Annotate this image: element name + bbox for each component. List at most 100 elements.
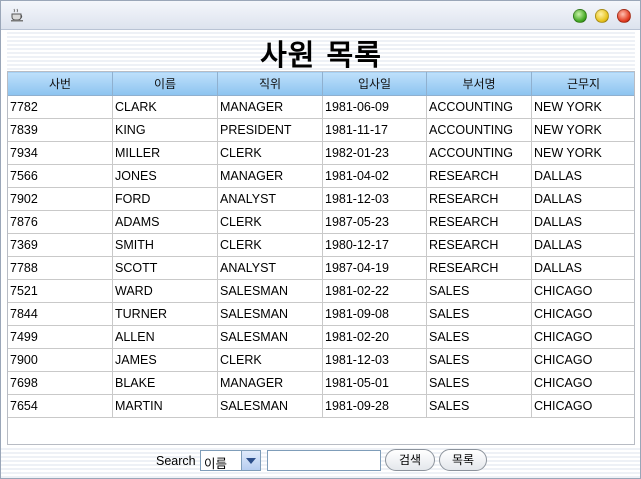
table-row[interactable]: 7369 SMITH CLERK 1980-12-17 RESEARCH DALLAS bbox=[8, 233, 634, 257]
location-cell[interactable]: CHICAGO bbox=[531, 371, 634, 395]
emp-no-cell[interactable]: 7654 bbox=[8, 394, 113, 418]
emp-no-cell[interactable]: 7782 bbox=[8, 95, 113, 119]
location-cell[interactable]: DALLAS bbox=[531, 233, 634, 257]
dept-name-cell[interactable]: SALES bbox=[426, 325, 532, 349]
hire-date-cell[interactable]: 1980-12-17 bbox=[322, 233, 427, 257]
hire-date-cell[interactable]: 1981-06-09 bbox=[322, 95, 427, 119]
position-cell[interactable]: SALESMAN bbox=[217, 302, 323, 326]
position-cell[interactable]: CLERK bbox=[217, 348, 323, 372]
name-cell[interactable]: MILLER bbox=[112, 141, 218, 165]
hire-date-cell[interactable]: 1982-01-23 bbox=[322, 141, 427, 165]
location-cell[interactable]: CHICAGO bbox=[531, 302, 634, 326]
name-cell[interactable]: JAMES bbox=[112, 348, 218, 372]
position-cell[interactable]: ANALYST bbox=[217, 256, 323, 280]
name-cell[interactable]: TURNER bbox=[112, 302, 218, 326]
hire-date-cell[interactable]: 1981-05-01 bbox=[322, 371, 427, 395]
dept-name-cell[interactable]: ACCOUNTING bbox=[426, 141, 532, 165]
hire-date-cell[interactable]: 1981-04-02 bbox=[322, 164, 427, 188]
table-row[interactable]: 7934 MILLER CLERK 1982-01-23 ACCOUNTING NEW Y… bbox=[8, 141, 634, 165]
hire-date-cell[interactable]: 1981-02-22 bbox=[322, 279, 427, 303]
chevron-down-icon[interactable] bbox=[241, 451, 260, 470]
name-cell[interactable]: FORD bbox=[112, 187, 218, 211]
position-cell[interactable]: SALESMAN bbox=[217, 279, 323, 303]
dept-name-cell[interactable]: RESEARCH bbox=[426, 233, 532, 257]
location-cell[interactable]: DALLAS bbox=[531, 256, 634, 280]
employee-table[interactable]: 사번 이름 직위 입사일 부서명 근무지 7782 CLARK MANAGER 198… bbox=[7, 71, 635, 445]
name-cell[interactable]: BLAKE bbox=[112, 371, 218, 395]
column-header-emp-no[interactable]: 사번 bbox=[8, 72, 113, 96]
hire-date-cell[interactable]: 1981-12-03 bbox=[322, 348, 427, 372]
minimize-button[interactable] bbox=[573, 9, 587, 23]
dept-name-cell[interactable]: SALES bbox=[426, 394, 532, 418]
table-row[interactable]: 7698 BLAKE MANAGER 1981-05-01 SALES CHICAGO bbox=[8, 371, 634, 395]
position-cell[interactable]: CLERK bbox=[217, 141, 323, 165]
position-cell[interactable]: MANAGER bbox=[217, 371, 323, 395]
hire-date-cell[interactable]: 1987-04-19 bbox=[322, 256, 427, 280]
emp-no-cell[interactable]: 7902 bbox=[8, 187, 113, 211]
table-row[interactable]: 7839 KING PRESIDENT 1981-11-17 ACCOUNTING NEW… bbox=[8, 118, 634, 142]
search-input[interactable] bbox=[267, 450, 381, 471]
name-cell[interactable]: MARTIN bbox=[112, 394, 218, 418]
name-cell[interactable]: KING bbox=[112, 118, 218, 142]
location-cell[interactable]: CHICAGO bbox=[531, 394, 634, 418]
dept-name-cell[interactable]: RESEARCH bbox=[426, 210, 532, 234]
table-row[interactable]: 7844 TURNER SALESMAN 1981-09-08 SALES CHICAGO bbox=[8, 302, 634, 326]
name-cell[interactable]: JONES bbox=[112, 164, 218, 188]
dept-name-cell[interactable]: RESEARCH bbox=[426, 164, 532, 188]
column-header-location[interactable]: 근무지 bbox=[531, 72, 634, 96]
name-cell[interactable]: SMITH bbox=[112, 233, 218, 257]
hire-date-cell[interactable]: 1981-12-03 bbox=[322, 187, 427, 211]
dept-name-cell[interactable]: RESEARCH bbox=[426, 187, 532, 211]
name-cell[interactable]: ALLEN bbox=[112, 325, 218, 349]
list-button[interactable]: 목록 bbox=[439, 449, 487, 471]
emp-no-cell[interactable]: 7369 bbox=[8, 233, 113, 257]
dept-name-cell[interactable]: ACCOUNTING bbox=[426, 118, 532, 142]
name-cell[interactable]: CLARK bbox=[112, 95, 218, 119]
search-field-select[interactable]: 이름 bbox=[200, 450, 261, 471]
name-cell[interactable]: SCOTT bbox=[112, 256, 218, 280]
dept-name-cell[interactable]: SALES bbox=[426, 302, 532, 326]
emp-no-cell[interactable]: 7844 bbox=[8, 302, 113, 326]
table-row[interactable]: 7499 ALLEN SALESMAN 1981-02-20 SALES CHICAGO bbox=[8, 325, 634, 349]
dept-name-cell[interactable]: RESEARCH bbox=[426, 256, 532, 280]
location-cell[interactable]: DALLAS bbox=[531, 187, 634, 211]
location-cell[interactable]: CHICAGO bbox=[531, 348, 634, 372]
name-cell[interactable]: WARD bbox=[112, 279, 218, 303]
hire-date-cell[interactable]: 1981-09-28 bbox=[322, 394, 427, 418]
table-row[interactable]: 7788 SCOTT ANALYST 1987-04-19 RESEARCH DALLAS bbox=[8, 256, 634, 280]
location-cell[interactable]: CHICAGO bbox=[531, 279, 634, 303]
location-cell[interactable]: NEW YORK bbox=[531, 118, 634, 142]
column-header-hire-date[interactable]: 입사일 bbox=[322, 72, 427, 96]
emp-no-cell[interactable]: 7566 bbox=[8, 164, 113, 188]
position-cell[interactable]: CLERK bbox=[217, 210, 323, 234]
name-cell[interactable]: ADAMS bbox=[112, 210, 218, 234]
position-cell[interactable]: SALESMAN bbox=[217, 394, 323, 418]
dept-name-cell[interactable]: SALES bbox=[426, 371, 532, 395]
position-cell[interactable]: SALESMAN bbox=[217, 325, 323, 349]
emp-no-cell[interactable]: 7499 bbox=[8, 325, 113, 349]
column-header-position[interactable]: 직위 bbox=[217, 72, 323, 96]
location-cell[interactable]: NEW YORK bbox=[531, 141, 634, 165]
position-cell[interactable]: MANAGER bbox=[217, 164, 323, 188]
emp-no-cell[interactable]: 7900 bbox=[8, 348, 113, 372]
location-cell[interactable]: DALLAS bbox=[531, 164, 634, 188]
location-cell[interactable]: CHICAGO bbox=[531, 325, 634, 349]
dept-name-cell[interactable]: ACCOUNTING bbox=[426, 95, 532, 119]
emp-no-cell[interactable]: 7876 bbox=[8, 210, 113, 234]
close-button[interactable] bbox=[617, 9, 631, 23]
location-cell[interactable]: DALLAS bbox=[531, 210, 634, 234]
emp-no-cell[interactable]: 7521 bbox=[8, 279, 113, 303]
hire-date-cell[interactable]: 1987-05-23 bbox=[322, 210, 427, 234]
emp-no-cell[interactable]: 7934 bbox=[8, 141, 113, 165]
emp-no-cell[interactable]: 7788 bbox=[8, 256, 113, 280]
table-row[interactable]: 7876 ADAMS CLERK 1987-05-23 RESEARCH DALLAS bbox=[8, 210, 634, 234]
maximize-button[interactable] bbox=[595, 9, 609, 23]
title-bar[interactable] bbox=[1, 1, 640, 30]
position-cell[interactable]: PRESIDENT bbox=[217, 118, 323, 142]
emp-no-cell[interactable]: 7698 bbox=[8, 371, 113, 395]
hire-date-cell[interactable]: 1981-11-17 bbox=[322, 118, 427, 142]
table-row[interactable]: 7654 MARTIN SALESMAN 1981-09-28 SALES CHICAGO bbox=[8, 394, 634, 418]
dept-name-cell[interactable]: SALES bbox=[426, 348, 532, 372]
table-row[interactable]: 7566 JONES MANAGER 1981-04-02 RESEARCH DALLAS bbox=[8, 164, 634, 188]
location-cell[interactable]: NEW YORK bbox=[531, 95, 634, 119]
